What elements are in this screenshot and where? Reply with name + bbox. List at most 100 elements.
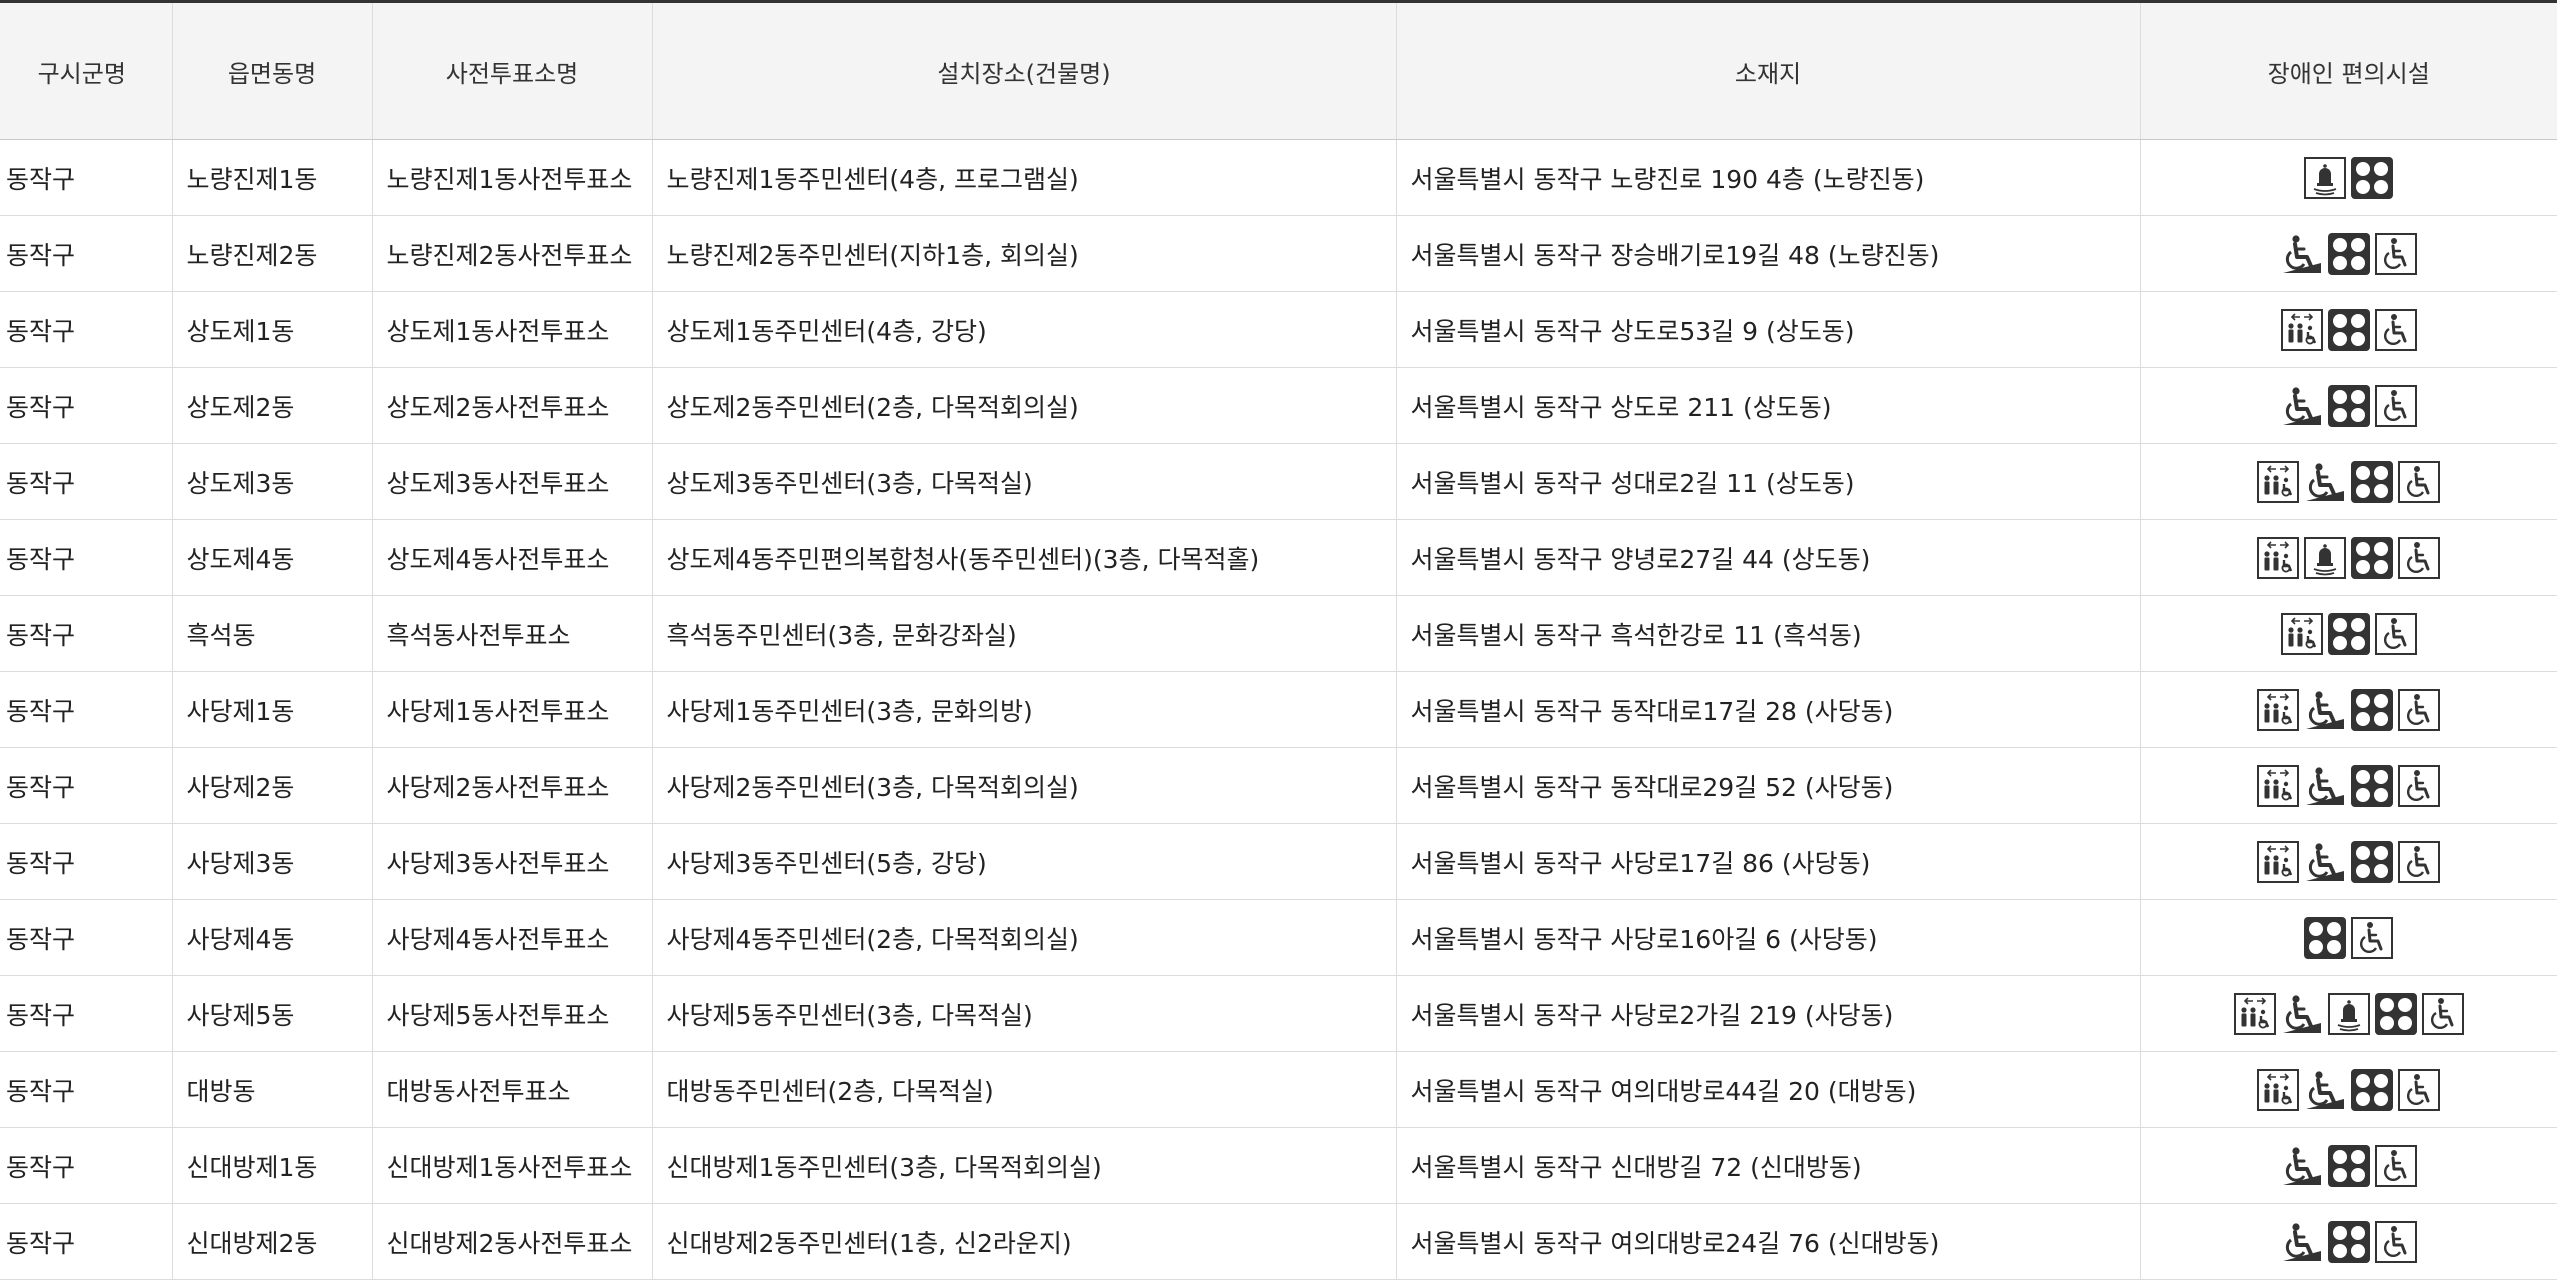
cell-facilities [2140,975,2557,1052]
facility-icons [2281,232,2417,275]
facility-icons [2233,992,2464,1035]
braille-block-icon [2351,764,2394,807]
facility-icons [2304,916,2394,959]
braille-block-icon [2327,384,2370,427]
braille-block-icon [2327,1220,2370,1263]
cell-station: 노량진제2동사전투표소 [372,215,653,292]
cell-place: 대방동주민센터(2층, 다목적실) [652,1051,1397,1128]
header-place: 설치장소(건물명) [652,3,1397,140]
cell-facilities [2140,747,2557,824]
cell-place: 상도제1동주민센터(4층, 강당) [652,291,1397,368]
wheelchair-icon [2374,612,2417,655]
cell-sigungu: 동작구 [0,1051,173,1128]
cell-place: 신대방제1동주민센터(3층, 다목적회의실) [652,1127,1397,1204]
braille-block-icon [2351,840,2394,883]
header-sigungu: 구시군명 [0,3,173,140]
cell-station: 신대방제1동사전투표소 [372,1127,653,1204]
ramp-icon [2281,1145,2323,1187]
ramp-icon [2281,233,2323,275]
ramp-icon [2281,1221,2323,1263]
wheelchair-icon [2374,232,2417,275]
cell-dong: 사당제2동 [172,747,373,824]
table-row: 동작구 대방동 대방동사전투표소 대방동주민센터(2층, 다목적실) 서울특별시 동작구… [0,1051,2557,1128]
polling-station-table-container: 구시군명 읍면동명 사전투표소명 설치장소(건물명) 소재지 장애인 편의시설 … [0,0,2557,1280]
cell-dong: 사당제1동 [172,671,373,748]
cell-dong: 신대방제1동 [172,1127,373,1204]
wheelchair-icon [2398,840,2441,883]
header-station: 사전투표소명 [372,3,653,140]
cell-sigungu: 동작구 [0,671,173,748]
braille-block-icon [2351,688,2394,731]
cell-facilities [2140,367,2557,444]
header-address: 소재지 [1396,3,2141,140]
bell-icon [2304,156,2347,199]
ramp-icon [2304,765,2346,807]
wheelchair-icon [2421,992,2464,1035]
facility-icons [2281,1220,2417,1263]
cell-station: 사당제2동사전투표소 [372,747,653,824]
braille-block-icon [2327,308,2370,351]
table-row: 동작구 상도제3동 상도제3동사전투표소 상도제3동주민센터(3층, 다목적실) 서울특… [0,443,2557,520]
cell-sigungu: 동작구 [0,139,173,216]
ramp-icon [2281,385,2323,427]
wheelchair-icon [2351,916,2394,959]
table-header-row: 구시군명 읍면동명 사전투표소명 설치장소(건물명) 소재지 장애인 편의시설 [0,3,2557,140]
facility-icons [2281,384,2417,427]
elevator-icon [2280,308,2323,351]
cell-address: 서울특별시 동작구 상도로53길 9 (상도동) [1396,291,2141,368]
cell-address: 서울특별시 동작구 동작대로17길 28 (사당동) [1396,671,2141,748]
wheelchair-icon [2398,536,2441,579]
wheelchair-icon [2374,1144,2417,1187]
cell-station: 상도제1동사전투표소 [372,291,653,368]
cell-address: 서울특별시 동작구 장승배기로19길 48 (노량진동) [1396,215,2141,292]
cell-place: 흑석동주민센터(3층, 문화강좌실) [652,595,1397,672]
elevator-icon [2257,1068,2300,1111]
cell-address: 서울특별시 동작구 사당로17길 86 (사당동) [1396,823,2141,900]
cell-station: 사당제5동사전투표소 [372,975,653,1052]
cell-place: 신대방제2동주민센터(1층, 신2라운지) [652,1203,1397,1280]
braille-block-icon [2374,992,2417,1035]
facility-icons [2257,840,2441,883]
wheelchair-icon [2374,308,2417,351]
table-row: 동작구 사당제3동 사당제3동사전투표소 사당제3동주민센터(5층, 강당) 서울특별시… [0,823,2557,900]
cell-dong: 흑석동 [172,595,373,672]
table-row: 동작구 흑석동 흑석동사전투표소 흑석동주민센터(3층, 문화강좌실) 서울특별시 동작… [0,595,2557,672]
cell-sigungu: 동작구 [0,823,173,900]
table-row: 동작구 상도제4동 상도제4동사전투표소 상도제4동주민편의복합청사(동주민센터)(3… [0,519,2557,596]
cell-address: 서울특별시 동작구 사당로2가길 219 (사당동) [1396,975,2141,1052]
elevator-icon [2280,612,2323,655]
bell-icon [2327,992,2370,1035]
cell-station: 상도제2동사전투표소 [372,367,653,444]
cell-address: 서울특별시 동작구 신대방길 72 (신대방동) [1396,1127,2141,1204]
cell-facilities [2140,671,2557,748]
cell-sigungu: 동작구 [0,1203,173,1280]
table-row: 동작구 상도제2동 상도제2동사전투표소 상도제2동주민센터(2층, 다목적회의실) 서… [0,367,2557,444]
braille-block-icon [2327,1144,2370,1187]
cell-place: 사당제2동주민센터(3층, 다목적회의실) [652,747,1397,824]
cell-address: 서울특별시 동작구 여의대방로44길 20 (대방동) [1396,1051,2141,1128]
cell-dong: 상도제3동 [172,443,373,520]
cell-address: 서울특별시 동작구 성대로2길 11 (상도동) [1396,443,2141,520]
facility-icons [2257,536,2441,579]
table-row: 동작구 신대방제1동 신대방제1동사전투표소 신대방제1동주민센터(3층, 다목적회의… [0,1127,2557,1204]
ramp-icon [2304,1069,2346,1111]
cell-sigungu: 동작구 [0,975,173,1052]
cell-dong: 상도제2동 [172,367,373,444]
cell-facilities [2140,443,2557,520]
facility-icons [2257,460,2441,503]
braille-block-icon [2351,460,2394,503]
cell-station: 상도제4동사전투표소 [372,519,653,596]
table-row: 동작구 신대방제2동 신대방제2동사전투표소 신대방제2동주민센터(1층, 신2라운지… [0,1203,2557,1280]
cell-sigungu: 동작구 [0,747,173,824]
cell-facilities [2140,595,2557,672]
facility-icons [2257,1068,2441,1111]
facility-icons [2280,612,2417,655]
wheelchair-icon [2374,384,2417,427]
cell-station: 신대방제2동사전투표소 [372,1203,653,1280]
cell-place: 상도제2동주민센터(2층, 다목적회의실) [652,367,1397,444]
cell-dong: 상도제1동 [172,291,373,368]
wheelchair-icon [2398,688,2441,731]
braille-block-icon [2351,536,2394,579]
cell-dong: 사당제4동 [172,899,373,976]
table-row: 동작구 사당제2동 사당제2동사전투표소 사당제2동주민센터(3층, 다목적회의실) 서… [0,747,2557,824]
